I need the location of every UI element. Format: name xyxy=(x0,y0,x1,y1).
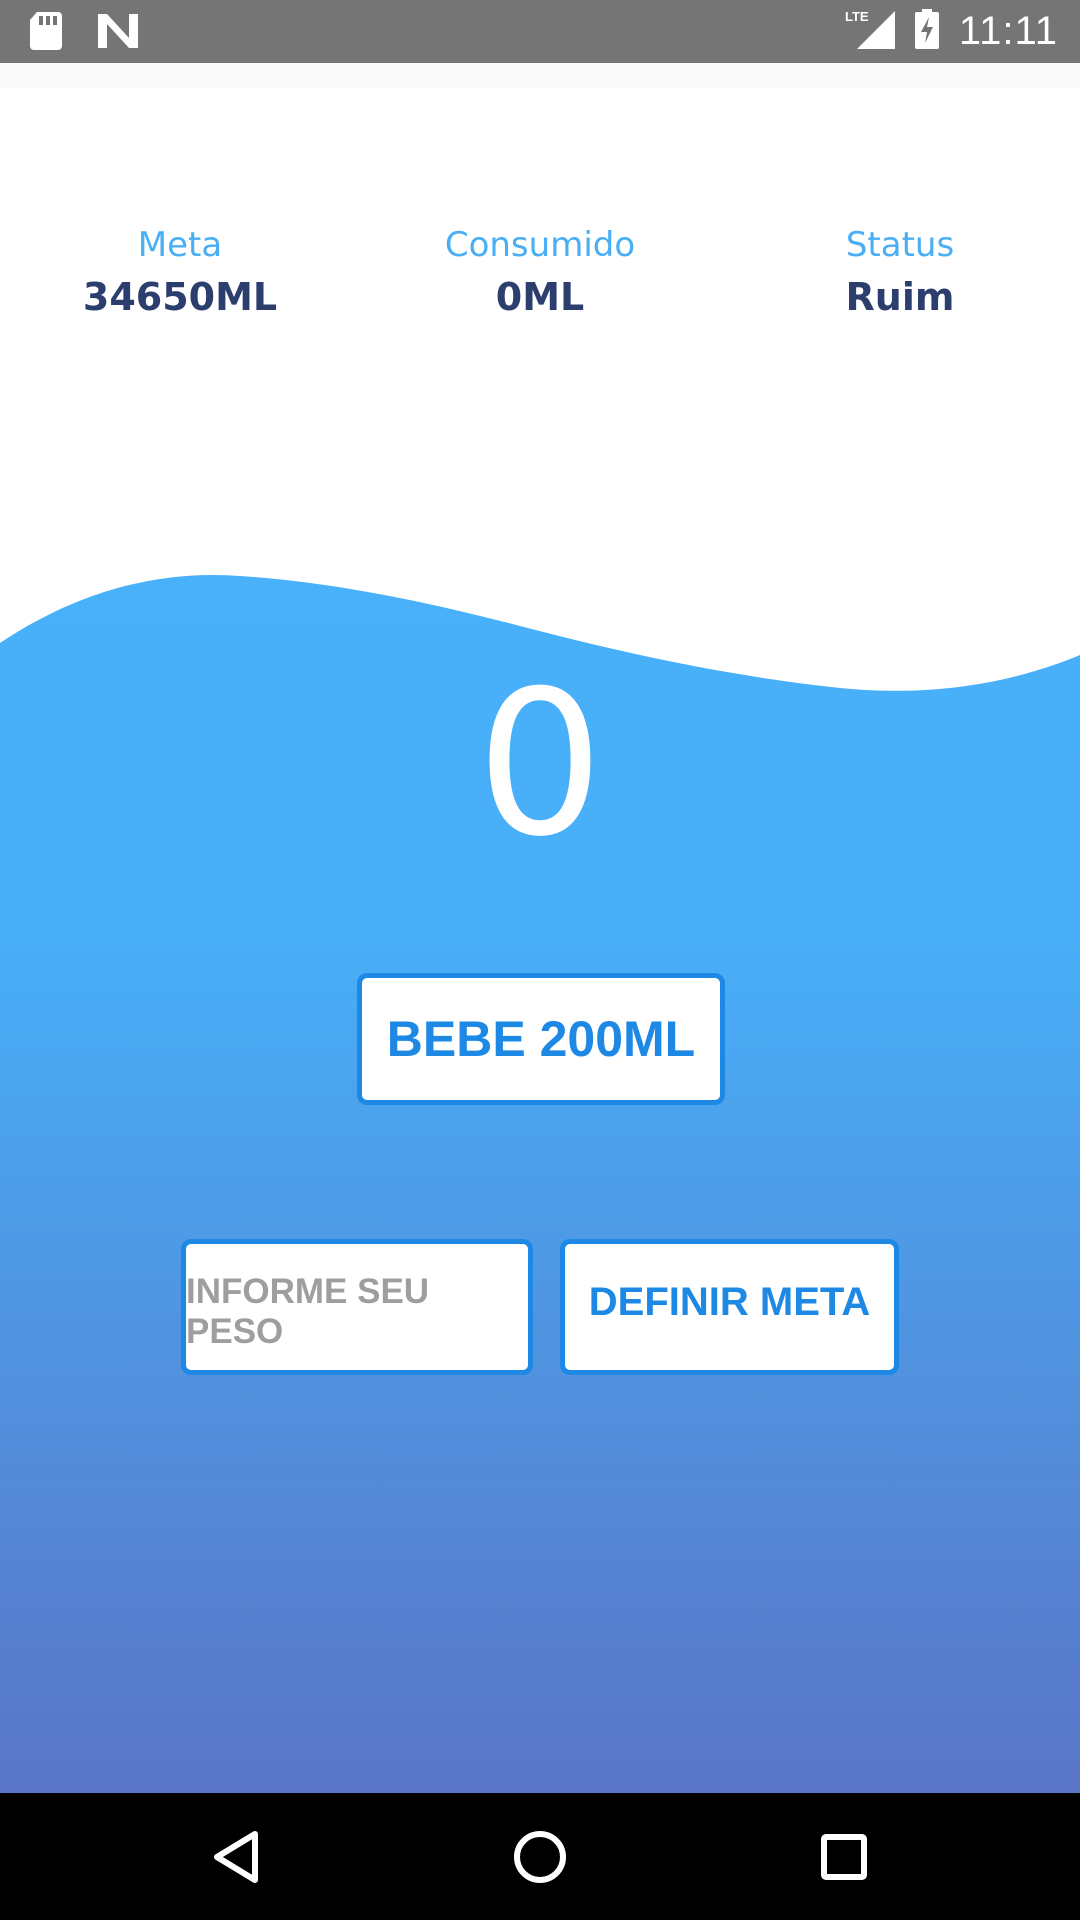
stat-consumido: Consumido 0ML xyxy=(360,220,720,320)
consumption-counter: 0 xyxy=(476,648,604,881)
network-type-label: LTE xyxy=(845,9,869,24)
status-bar-clock: 11:11 xyxy=(958,8,1058,53)
stat-meta: Meta 34650ML xyxy=(0,220,360,320)
back-icon[interactable] xyxy=(200,1821,272,1893)
drink-200ml-button[interactable]: BEBE 200ML xyxy=(357,973,725,1105)
stat-consumido-value: 0ML xyxy=(495,275,585,319)
navigation-bar xyxy=(0,1793,1080,1920)
stat-meta-label: Meta xyxy=(137,225,223,265)
stat-status-value: Ruim xyxy=(845,275,955,319)
lte-signal-icon: LTE xyxy=(845,9,895,54)
stat-consumido-label: Consumido xyxy=(444,225,636,265)
home-icon[interactable] xyxy=(504,1821,576,1893)
status-bar-right: LTE 11:11 xyxy=(845,6,1058,56)
sd-card-icon xyxy=(30,12,62,55)
app-screen: LTE 11:11 Meta 34650ML Consumido 0ML Sta… xyxy=(0,0,1080,1920)
status-bar: LTE 11:11 xyxy=(0,0,1080,63)
n-notification-icon xyxy=(98,14,138,53)
status-bar-left xyxy=(30,12,138,55)
weight-input[interactable]: INFORME SEU PESO xyxy=(181,1239,533,1375)
recents-icon[interactable] xyxy=(808,1821,880,1893)
app-bar-shadow xyxy=(0,63,1080,88)
stat-status-label: Status xyxy=(845,225,955,265)
set-goal-button[interactable]: DEFINIR META xyxy=(560,1239,899,1375)
stat-meta-value: 34650ML xyxy=(82,275,278,319)
stats-row: Meta 34650ML Consumido 0ML Status Ruim xyxy=(0,220,1080,330)
battery-charging-icon xyxy=(914,8,939,54)
stat-status: Status Ruim xyxy=(720,220,1080,320)
